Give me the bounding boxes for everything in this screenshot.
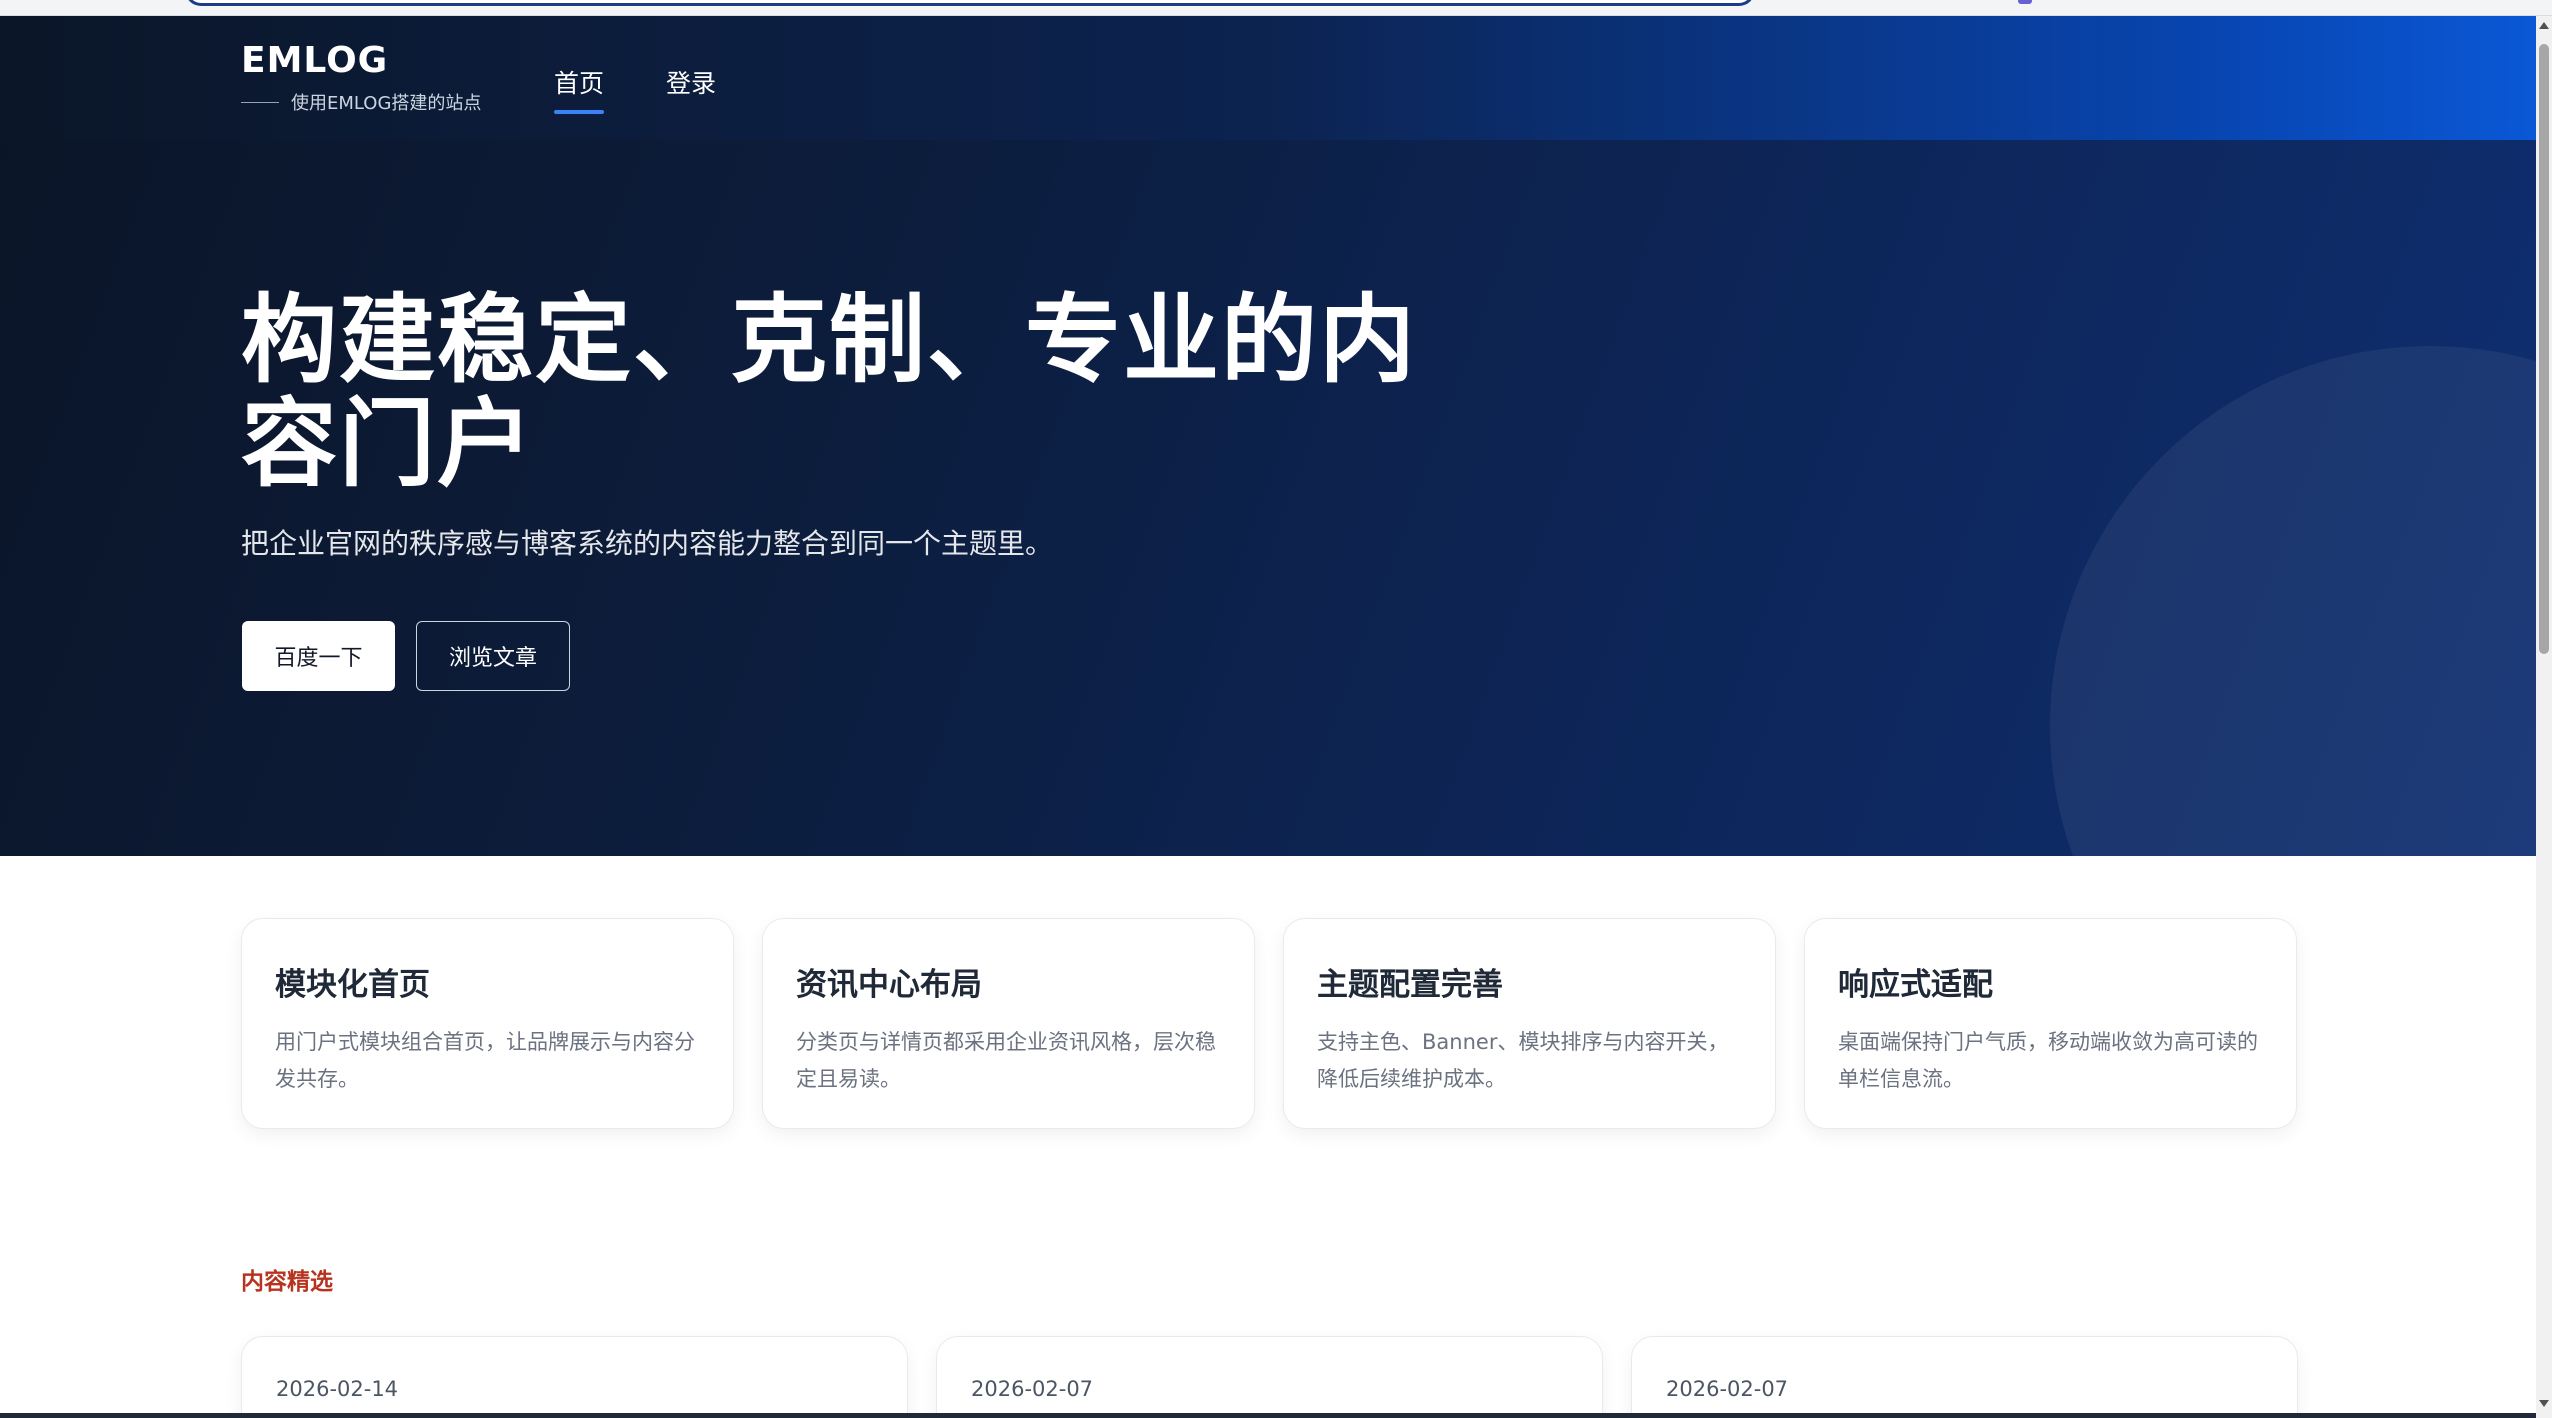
decorative-circle bbox=[2050, 346, 2536, 856]
hero-subtitle: 把企业官网的秩序感与博客系统的内容能力整合到同一个主题里。 bbox=[241, 527, 1054, 560]
featured-posts: 2026-02-14 2026-02-07 2026-02-07 bbox=[241, 1336, 2298, 1418]
page: EMLOG 使用EMLOG搭建的站点 首页 登录 构建稳定、克制、专业的内容门户… bbox=[0, 0, 2552, 1418]
bottom-divider bbox=[0, 1413, 2536, 1418]
scroll-down-arrow-icon[interactable] bbox=[2539, 1400, 2549, 1407]
feature-description: 桌面端保持门户气质，移动端收敛为高可读的单栏信息流。 bbox=[1838, 1030, 2258, 1091]
browse-articles-button[interactable]: 浏览文章 bbox=[416, 621, 570, 691]
extension-icon[interactable] bbox=[2018, 0, 2032, 4]
site-brand[interactable]: EMLOG 使用EMLOG搭建的站点 bbox=[241, 40, 481, 115]
scrollbar-thumb[interactable] bbox=[2539, 44, 2549, 654]
feature-title: 资讯中心布局 bbox=[796, 967, 982, 1003]
site-tagline: 使用EMLOG搭建的站点 bbox=[241, 89, 481, 115]
site-logo-text[interactable]: EMLOG bbox=[241, 40, 481, 81]
scroll-up-arrow-icon[interactable] bbox=[2539, 22, 2549, 29]
feature-cards: 模块化首页 用门户式模块组合首页，让品牌展示与内容分发共存。 资讯中心布局 分类… bbox=[241, 918, 2297, 1129]
post-card[interactable]: 2026-02-14 bbox=[241, 1336, 908, 1418]
nav-item-home[interactable]: 首页 bbox=[554, 64, 605, 114]
feature-description: 分类页与详情页都采用企业资讯风格，层次稳定且易读。 bbox=[796, 1030, 1216, 1091]
feature-card[interactable]: 主题配置完善 支持主色、Banner、模块排序与内容开关，降低后续维护成本。 bbox=[1283, 918, 1776, 1129]
tagline-text: 使用EMLOG搭建的站点 bbox=[291, 93, 482, 114]
main-nav: 首页 登录 bbox=[554, 64, 716, 114]
browser-top-strip bbox=[0, 0, 2552, 16]
baidu-search-button[interactable]: 百度一下 bbox=[242, 621, 395, 691]
feature-card[interactable]: 响应式适配 桌面端保持门户气质，移动端收敛为高可读的单栏信息流。 bbox=[1804, 918, 2297, 1129]
nav-item-login[interactable]: 登录 bbox=[666, 64, 716, 114]
post-card[interactable]: 2026-02-07 bbox=[936, 1336, 1603, 1418]
feature-card[interactable]: 资讯中心布局 分类页与详情页都采用企业资讯风格，层次稳定且易读。 bbox=[762, 918, 1255, 1129]
page-scrollbar[interactable] bbox=[2536, 16, 2552, 1418]
hero-title: 构建稳定、克制、专业的内容门户 bbox=[241, 284, 1417, 500]
feature-title: 模块化首页 bbox=[275, 967, 430, 1003]
feature-title: 响应式适配 bbox=[1838, 967, 1993, 1003]
feature-description: 用门户式模块组合首页，让品牌展示与内容分发共存。 bbox=[275, 1030, 695, 1091]
post-card[interactable]: 2026-02-07 bbox=[1631, 1336, 2298, 1418]
feature-description: 支持主色、Banner、模块排序与内容开关，降低后续维护成本。 bbox=[1317, 1030, 1729, 1091]
feature-title: 主题配置完善 bbox=[1317, 967, 1503, 1003]
post-date: 2026-02-07 bbox=[1666, 1377, 1789, 1401]
hero-banner: EMLOG 使用EMLOG搭建的站点 首页 登录 构建稳定、克制、专业的内容门户… bbox=[0, 16, 2536, 856]
post-date: 2026-02-14 bbox=[276, 1377, 399, 1401]
post-date: 2026-02-07 bbox=[971, 1377, 1094, 1401]
section-label-featured: 内容精选 bbox=[241, 1269, 333, 1295]
address-bar-edge[interactable] bbox=[185, 0, 1755, 6]
feature-card[interactable]: 模块化首页 用门户式模块组合首页，让品牌展示与内容分发共存。 bbox=[241, 918, 734, 1129]
tagline-dash bbox=[241, 101, 279, 103]
